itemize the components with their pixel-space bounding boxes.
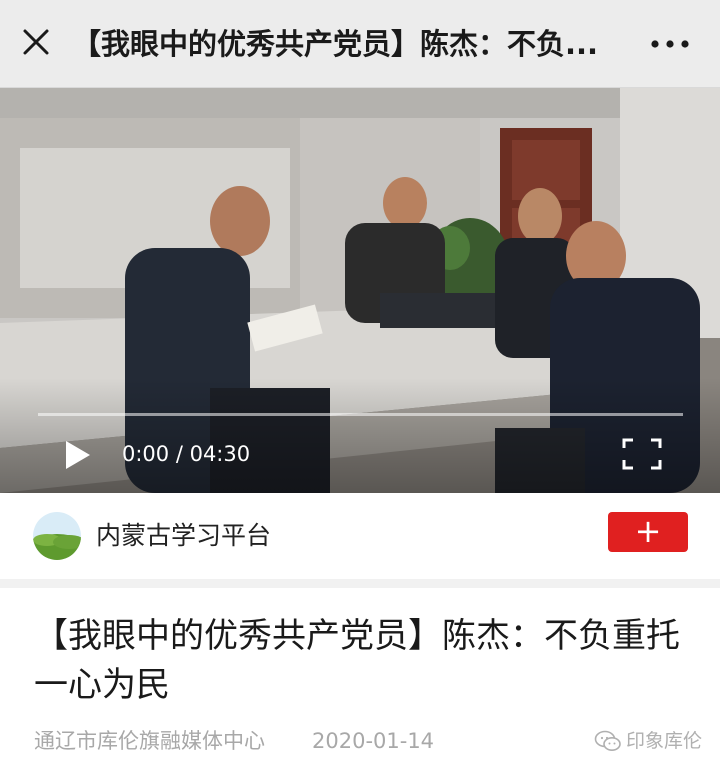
play-button[interactable] [60, 437, 94, 473]
section-divider [0, 579, 720, 588]
close-button[interactable] [18, 24, 54, 60]
more-dots-icon [651, 40, 689, 48]
video-time: 0:00 / 04:30 [122, 442, 251, 466]
play-icon [66, 441, 90, 469]
account-name[interactable]: 内蒙古学习平台 [96, 519, 271, 553]
follow-button-label: + [634, 512, 662, 550]
fullscreen-button[interactable] [620, 436, 664, 472]
video-progress-bar[interactable] [38, 413, 683, 416]
account-bar: 内蒙古学习平台 + [0, 493, 720, 579]
more-button[interactable] [648, 30, 692, 58]
article-title: 【我眼中的优秀共产党员】陈杰：不负重托 一心为民 [34, 616, 680, 705]
watermark-text: 印象库伦 [626, 730, 703, 752]
video-player[interactable] [0, 88, 720, 493]
video-frame [0, 88, 720, 493]
top-nav-bar: 【我眼中的优秀共产党员】陈杰：不负... [0, 0, 720, 88]
follow-button[interactable]: + [608, 512, 688, 552]
account-avatar[interactable] [33, 512, 81, 560]
close-icon [23, 29, 49, 55]
article-date: 2020-01-14 [312, 729, 435, 753]
article-source[interactable]: 通辽市库伦旗融媒体中心 [34, 726, 265, 756]
grassland-avatar-icon [33, 512, 81, 560]
wechat-icon [594, 730, 621, 751]
page-title: 【我眼中的优秀共产党员】陈杰：不负... [72, 27, 599, 61]
fullscreen-icon [622, 438, 662, 470]
watermark: 印象库伦 [594, 727, 712, 755]
